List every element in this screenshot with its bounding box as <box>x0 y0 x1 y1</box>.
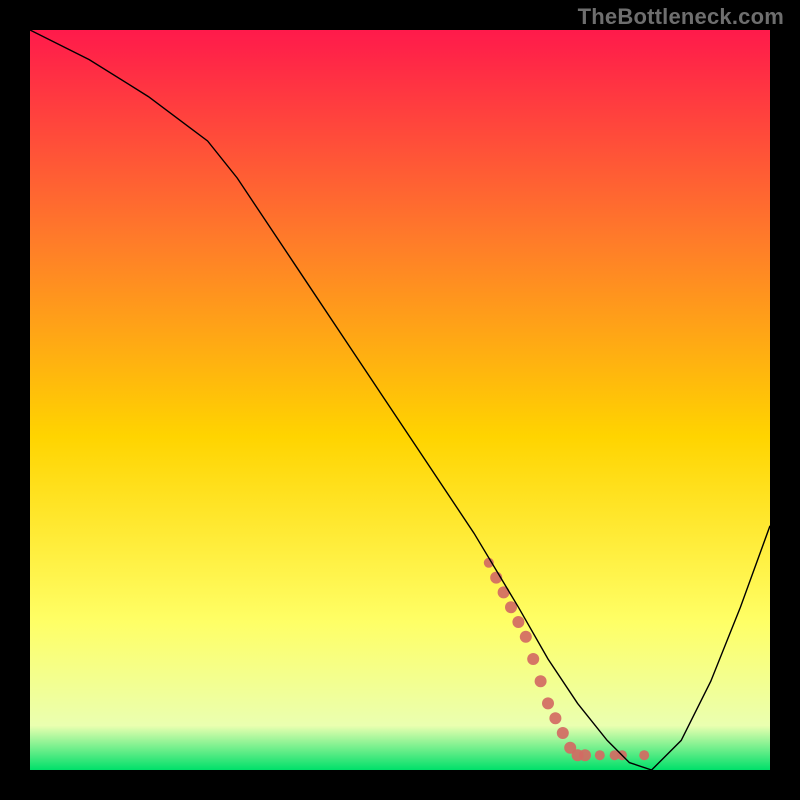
highlight-dot <box>579 749 591 761</box>
highlight-dot <box>527 653 539 665</box>
highlight-dot <box>595 750 605 760</box>
highlight-dot <box>549 712 561 724</box>
highlight-dot <box>520 631 532 643</box>
watermark-text: TheBottleneck.com <box>578 4 784 30</box>
highlight-dot <box>639 750 649 760</box>
chart-frame: TheBottleneck.com <box>0 0 800 800</box>
highlight-dot <box>557 727 569 739</box>
highlight-dot <box>542 697 554 709</box>
highlight-dot <box>512 616 524 628</box>
chart-background <box>30 30 770 770</box>
bottleneck-chart <box>30 30 770 770</box>
highlight-dot <box>535 675 547 687</box>
